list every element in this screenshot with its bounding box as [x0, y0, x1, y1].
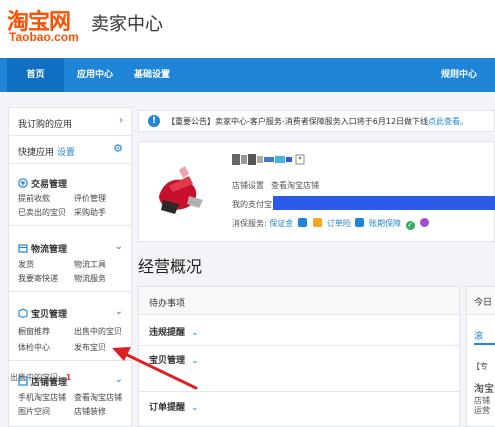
today-line: 淘宝	[474, 384, 494, 395]
divider	[9, 360, 131, 361]
category-logistics: 物流管理 ⌄ 发货 物流工具 我要寄快递 物流服务	[9, 241, 131, 302]
quick-apps-settings-link[interactable]: 设置	[57, 148, 75, 158]
category-transaction: ¥ 交易管理 提前收款 评价管理 已卖出的宝贝 采购助手	[9, 177, 131, 239]
category-header[interactable]: 宝贝管理	[18, 307, 67, 320]
chevron-down-icon: ⌄	[191, 328, 199, 338]
sidebar-link[interactable]: 我要寄快递	[18, 273, 58, 284]
todo-header: 待办事项	[139, 287, 459, 315]
sidebar-link[interactable]: 评价管理	[74, 193, 106, 204]
selling-items-count[interactable]: 出售中的宝贝: 1	[10, 372, 71, 383]
view-shop-link[interactable]: 查看淘宝店铺	[271, 181, 319, 190]
sidebar-link[interactable]: 图片空间	[18, 406, 50, 417]
nav-rules-center[interactable]: 规则中心	[434, 58, 484, 92]
order-insurance-icon	[313, 218, 323, 227]
today-tab[interactable]: 滚	[474, 329, 483, 342]
todo-order-reminder[interactable]: 订单提醒 ⌄	[149, 400, 199, 413]
sidebar-link[interactable]: 发布宝贝	[74, 342, 106, 353]
chevron-down-icon: ⌄	[191, 403, 199, 413]
service-badge-icon	[420, 218, 430, 227]
todo-item-management[interactable]: 宝贝管理 ⌄	[149, 353, 199, 366]
header: 淘宝网 Taobao.com 卖家中心	[0, 0, 495, 58]
announcement-text: 【重要公告】卖家中心-客户服务-消费者保障服务入口将于6月12日做下线点此查看。	[167, 117, 469, 126]
payment-guarantee-icon	[355, 218, 365, 227]
tab-underline	[474, 343, 495, 345]
shop-info-card: 店铺设置 查看淘宝店铺 我的支付宝: 消保服务: 保证金 订单险 账期保障 ✓	[138, 141, 495, 242]
subscribed-apps-row[interactable]: 我订购的应用 ›	[9, 108, 131, 136]
sidebar-link[interactable]: 采购助手	[74, 207, 106, 218]
sidebar-link[interactable]: 手机淘宝店铺	[18, 392, 66, 403]
logistics-icon	[18, 244, 28, 253]
payment-guarantee-link[interactable]: 账期保障	[369, 219, 401, 228]
divider	[139, 391, 459, 392]
shop-name-masked	[232, 154, 305, 165]
sidebar-link[interactable]: 提前收款	[18, 193, 50, 204]
subscribed-apps-label: 我订购的应用	[18, 120, 73, 130]
nav-home[interactable]: 首页	[7, 58, 64, 92]
category-header[interactable]: 物流管理	[18, 242, 67, 255]
divider	[9, 225, 131, 226]
today-line: 运营	[474, 406, 490, 415]
sidebar-link[interactable]: 体检中心	[18, 342, 50, 353]
guarantee-row: 消保服务: 保证金 订单险 账期保障 ✓	[232, 218, 430, 230]
sidebar-link[interactable]: 橱窗推荐	[18, 326, 50, 337]
announcement-bar: ! 【重要公告】卖家中心-客户服务-消费者保障服务入口将于6月12日做下线点此查…	[138, 110, 495, 132]
nav-basic-settings[interactable]: 基础设置	[128, 58, 176, 92]
deposit-icon	[297, 218, 307, 227]
top-nav: 首页 应用中心 基础设置 规则中心	[0, 58, 495, 92]
item-icon	[18, 308, 28, 318]
sidebar-link[interactable]: 已卖出的宝贝	[18, 207, 66, 218]
today-line: 【专	[472, 362, 488, 371]
today-header: 今日	[467, 287, 495, 315]
info-icon: !	[148, 115, 160, 127]
quick-apps-row: 快捷应用 设置 ⚙	[9, 136, 131, 164]
shop-settings-link[interactable]: 店铺设置	[232, 181, 264, 190]
sidebar-link[interactable]: 发货	[18, 259, 34, 270]
sidebar-link[interactable]: 查看淘宝店铺	[74, 392, 122, 403]
shop-links: 店铺设置 查看淘宝店铺	[232, 180, 319, 191]
quick-apps-label: 快捷应用 设置	[18, 148, 76, 158]
divider	[139, 345, 459, 346]
alipay-account-masked	[273, 196, 495, 210]
taobao-logo-url[interactable]: Taobao.com	[9, 30, 79, 44]
chevron-right-icon: ›	[119, 115, 123, 126]
shop-avatar[interactable]	[149, 156, 207, 220]
chevron-down-icon: ⌄	[191, 356, 199, 366]
divider	[9, 291, 131, 292]
deposit-link[interactable]: 保证金	[269, 219, 293, 228]
nav-app-center[interactable]: 应用中心	[70, 58, 120, 92]
chevron-down-icon[interactable]: ⌄	[115, 306, 123, 317]
sidebar-link[interactable]: 出售中的宝贝	[74, 326, 122, 337]
chevron-down-icon[interactable]: ⌄	[115, 241, 123, 252]
gear-icon[interactable]: ⚙	[113, 142, 123, 155]
seller-center-title: 卖家中心	[91, 14, 163, 35]
check-icon: ✓	[405, 221, 415, 230]
today-card: 今日 滚 【专 淘宝 店铺 运营	[466, 286, 495, 427]
order-insurance-link[interactable]: 订单险	[327, 219, 351, 228]
todo-violation-reminder[interactable]: 违规提醒 ⌄	[149, 325, 199, 338]
chevron-down-icon[interactable]: ⌄	[115, 374, 123, 385]
sidebar-link[interactable]: 店铺装修	[74, 406, 106, 417]
todo-title: 待办事项	[149, 299, 186, 309]
sidebar-link[interactable]: 物流服务	[74, 273, 106, 284]
sidebar-link[interactable]: 物流工具	[74, 259, 106, 270]
alipay-label: 我的支付宝:	[232, 200, 275, 209]
category-header[interactable]: ¥ 交易管理	[18, 177, 67, 190]
transaction-icon: ¥	[18, 178, 28, 188]
overview-title: 经营概况	[138, 257, 203, 276]
todo-card: 待办事项 违规提醒 ⌄ 宝贝管理 ⌄ 订单提醒 ⌄	[138, 286, 460, 427]
announcement-link[interactable]: 点此查看。	[428, 117, 468, 126]
